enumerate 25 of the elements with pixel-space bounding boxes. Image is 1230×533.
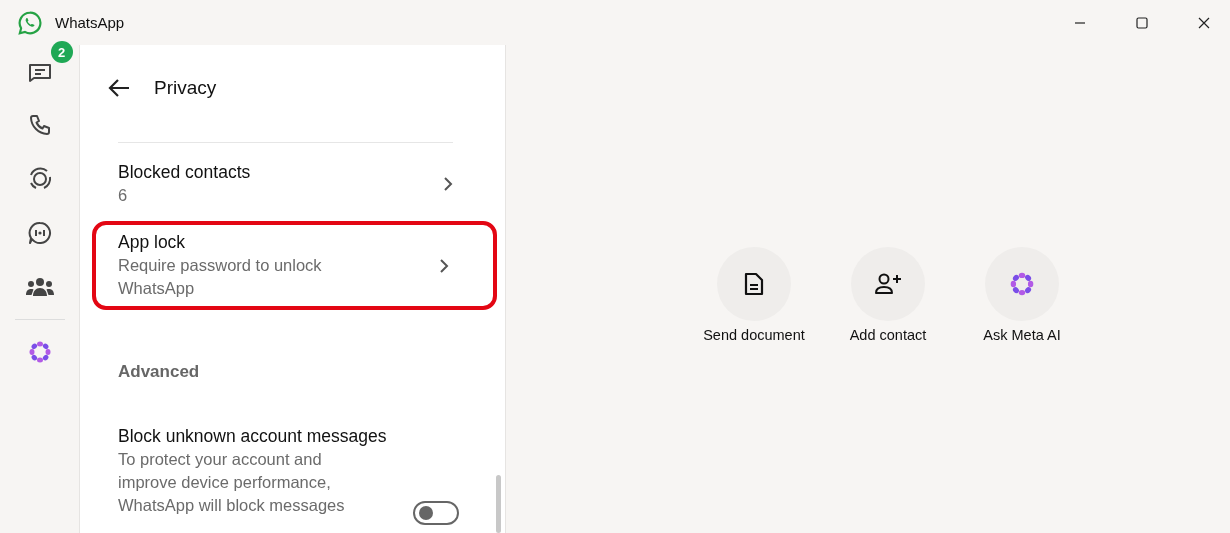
setting-label: Blocked contacts — [118, 161, 252, 184]
meta-ai-icon — [1008, 270, 1036, 298]
section-header: Advanced — [117, 361, 201, 382]
channels-icon[interactable] — [26, 220, 53, 246]
setting-detail: To protect your account and improve device performance, WhatsApp will block messages — [118, 449, 346, 516]
setting-label: Block unknown account messages — [118, 425, 388, 448]
communities-icon[interactable] — [24, 275, 55, 299]
add-person-icon — [874, 273, 902, 295]
window-title: WhatsApp — [55, 14, 125, 31]
maximize-icon[interactable] — [1136, 16, 1148, 29]
chevron-right-icon — [443, 176, 453, 192]
setting-item[interactable]: Blocked contacts 6 — [92, 143, 497, 217]
highlighted-setting-item[interactable]: App lock Require password to unlock WhatsApp — [92, 221, 497, 310]
setting-label: App lock — [118, 231, 187, 254]
close-icon[interactable] — [1198, 16, 1210, 29]
setting-detail: 6 — [118, 185, 129, 206]
chevron-right-icon — [439, 257, 449, 274]
toggle-switch[interactable] — [413, 501, 459, 525]
panel-title: Privacy — [154, 77, 217, 99]
back-arrow-icon[interactable] — [108, 78, 130, 98]
setting-detail: Require password to unlock WhatsApp — [118, 255, 323, 299]
document-icon — [744, 272, 764, 296]
whatsapp-logo-icon — [17, 9, 43, 36]
phone-icon[interactable] — [27, 113, 52, 137]
unread-badge: 2 — [50, 41, 73, 63]
